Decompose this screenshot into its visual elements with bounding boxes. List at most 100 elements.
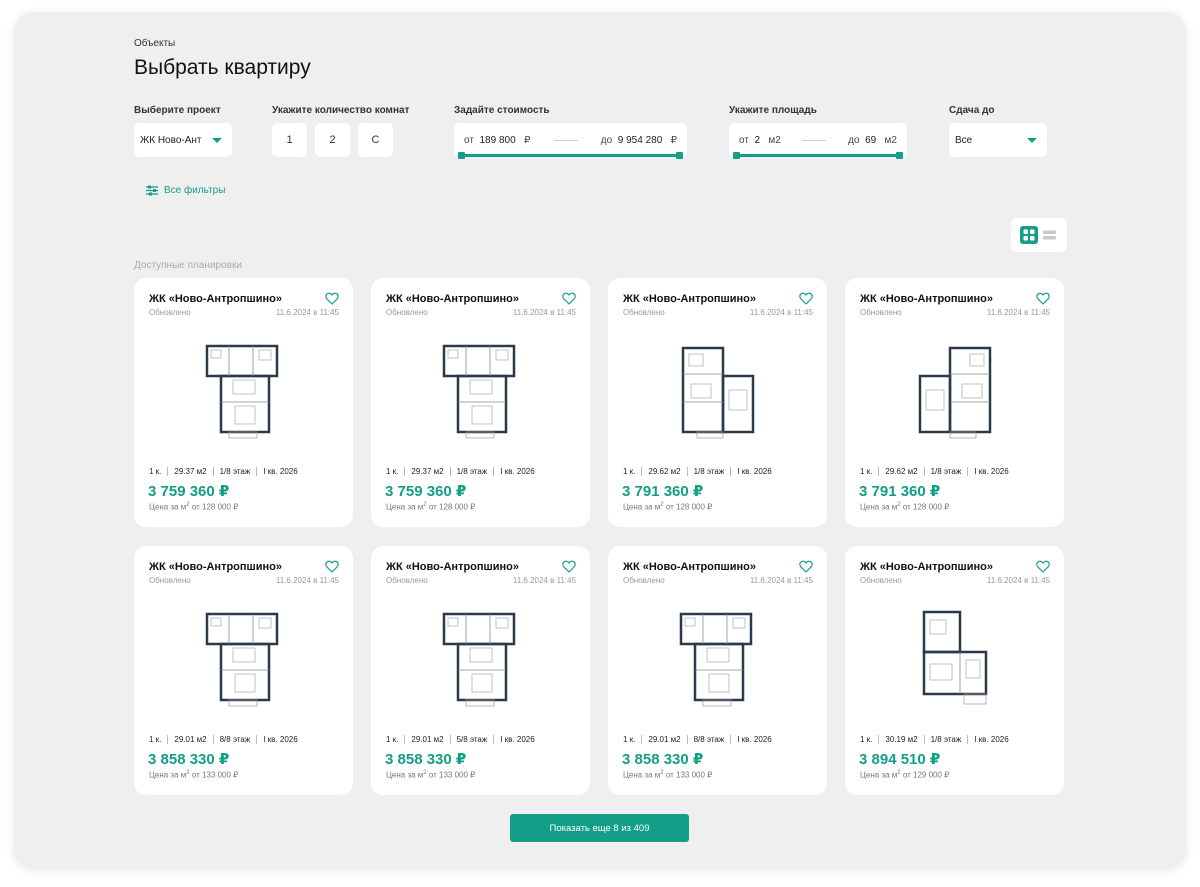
card-updated-label: Обновлено <box>860 576 902 585</box>
card-area: 29.01 м2 <box>411 735 444 744</box>
card-price: 3 791 360 ₽ <box>859 483 941 500</box>
price-slider-min-handle[interactable] <box>458 152 465 159</box>
apartment-card[interactable]: ЖК «Ново-Антропшино» Обновлено 11.6.2024… <box>845 546 1064 795</box>
heart-outline-icon[interactable] <box>799 560 813 573</box>
spec-divider <box>167 735 169 744</box>
floor-plan-image <box>681 346 754 439</box>
card-updated-date: 11.6.2024 в 11:45 <box>512 308 576 317</box>
floor-plan-image <box>922 610 987 705</box>
card-area: 29.62 м2 <box>885 467 918 476</box>
area-from[interactable]: от 2 м2 <box>739 135 781 146</box>
card-area: 30.19 м2 <box>885 735 918 744</box>
spec-divider <box>256 467 258 476</box>
card-updated-label: Обновлено <box>386 308 428 317</box>
delivery-select[interactable]: Все <box>949 123 1047 157</box>
apartment-card[interactable]: ЖК «Ново-Антропшино» Обновлено 11.6.2024… <box>371 546 590 795</box>
heart-outline-icon[interactable] <box>562 292 576 305</box>
sliders-icon <box>146 185 158 196</box>
card-price: 3 791 360 ₽ <box>622 483 704 500</box>
all-filters-label: Все фильтры <box>164 185 226 196</box>
heart-outline-icon[interactable] <box>562 560 576 573</box>
spec-divider <box>967 735 969 744</box>
card-updated-date: 11.6.2024 в 11:45 <box>275 308 339 317</box>
grid-view-button[interactable] <box>1019 226 1038 244</box>
area-slider-min-handle[interactable] <box>733 152 740 159</box>
area-filter-label: Укажите площадь <box>729 105 817 116</box>
card-price-per-m2: Цена за м2 от 133 000 ₽ <box>386 770 476 780</box>
range-separator <box>802 139 827 141</box>
project-select[interactable]: ЖК Ново-Ант <box>134 123 232 157</box>
spec-divider <box>923 467 925 476</box>
page-frame: Объекты Выбрать квартиру Выберите проект… <box>14 12 1186 868</box>
heart-outline-icon[interactable] <box>325 560 339 573</box>
card-rooms: 1 к. <box>149 467 162 476</box>
card-floor: 1/8 этаж <box>930 467 962 476</box>
grid-view-icon <box>1023 229 1034 241</box>
available-layouts-label: Доступные планировки <box>134 260 242 271</box>
show-more-button[interactable]: Показать еще 8 из 409 <box>510 814 689 842</box>
price-to[interactable]: до 9 954 280 ₽ <box>601 135 677 146</box>
card-specs: 1 к. 29.37 м2 1/8 этаж I кв. 2026 <box>149 467 298 476</box>
spec-divider <box>730 467 732 476</box>
range-separator <box>553 139 578 141</box>
apartment-card[interactable]: ЖК «Ново-Антропшино» Обновлено 11.6.2024… <box>134 546 353 795</box>
card-delivery: I кв. 2026 <box>974 735 1009 744</box>
heart-outline-icon[interactable] <box>1036 560 1050 573</box>
view-toggle <box>1011 218 1067 252</box>
card-rooms: 1 к. <box>623 735 636 744</box>
price-from[interactable]: от 189 800 ₽ <box>464 135 530 146</box>
heart-outline-icon[interactable] <box>1036 292 1050 305</box>
rooms-option-studio[interactable]: С <box>358 123 393 157</box>
apartment-card[interactable]: ЖК «Ново-Антропшино» Обновлено 11.6.2024… <box>371 278 590 527</box>
price-slider-track[interactable] <box>460 154 681 157</box>
price-range[interactable]: от 189 800 ₽ до 9 954 280 ₽ <box>454 123 687 159</box>
card-price-per-m2: Цена за м2 от 128 000 ₽ <box>386 502 476 512</box>
card-price-per-m2: Цена за м2 от 133 000 ₽ <box>623 770 713 780</box>
project-select-value: ЖК Ново-Ант <box>140 134 202 146</box>
card-price-per-m2: Цена за м2 от 128 000 ₽ <box>149 502 239 512</box>
card-delivery: I кв. 2026 <box>500 467 535 476</box>
card-price-per-m2: Цена за м2 от 133 000 ₽ <box>149 770 239 780</box>
card-price-per-m2: Цена за м2 от 128 000 ₽ <box>860 502 950 512</box>
rooms-option-1[interactable]: 1 <box>272 123 307 157</box>
breadcrumb[interactable]: Объекты <box>134 38 175 49</box>
apartment-card[interactable]: ЖК «Ново-Антропшино» Обновлено 11.6.2024… <box>134 278 353 527</box>
apartment-card[interactable]: ЖК «Ново-Антропшино» Обновлено 11.6.2024… <box>608 278 827 527</box>
card-price: 3 858 330 ₽ <box>148 751 230 768</box>
spec-divider <box>493 735 495 744</box>
area-slider-max-handle[interactable] <box>896 152 903 159</box>
list-view-button[interactable] <box>1041 226 1059 244</box>
spec-divider <box>967 467 969 476</box>
caret-down-icon <box>1027 137 1037 143</box>
page-title: Выбрать квартиру <box>134 56 311 79</box>
card-delivery: I кв. 2026 <box>737 735 772 744</box>
card-specs: 1 к. 29.01 м2 5/8 этаж I кв. 2026 <box>386 735 535 744</box>
heart-outline-icon[interactable] <box>799 292 813 305</box>
apartment-card[interactable]: ЖК «Ново-Антропшино» Обновлено 11.6.2024… <box>845 278 1064 527</box>
heart-outline-icon[interactable] <box>325 292 339 305</box>
floor-plan-image <box>205 344 278 439</box>
card-floor: 8/8 этаж <box>693 735 725 744</box>
area-range[interactable]: от 2 м2 до 69 м2 <box>729 123 907 159</box>
card-area: 29.62 м2 <box>648 467 681 476</box>
area-slider-track[interactable] <box>735 154 901 157</box>
price-slider-max-handle[interactable] <box>676 152 683 159</box>
rooms-option-2[interactable]: 2 <box>315 123 350 157</box>
card-floor: 1/8 этаж <box>930 735 962 744</box>
card-updated-label: Обновлено <box>623 576 665 585</box>
rooms-filter-label: Укажите количество комнат <box>272 105 410 116</box>
card-floor: 5/8 этаж <box>456 735 488 744</box>
apartment-card[interactable]: ЖК «Ново-Антропшино» Обновлено 11.6.2024… <box>608 546 827 795</box>
spec-divider <box>878 467 880 476</box>
project-filter-label: Выберите проект <box>134 105 221 116</box>
area-to[interactable]: до 69 м2 <box>848 135 897 146</box>
card-specs: 1 к. 29.37 м2 1/8 этаж I кв. 2026 <box>386 467 535 476</box>
all-filters-link[interactable]: Все фильтры <box>146 185 225 196</box>
card-project-title: ЖК «Ново-Антропшино» <box>149 293 282 305</box>
spec-divider <box>923 735 925 744</box>
spec-divider <box>686 467 688 476</box>
card-updated-label: Обновлено <box>149 308 191 317</box>
card-floor: 1/8 этаж <box>456 467 488 476</box>
card-rooms: 1 к. <box>860 467 873 476</box>
card-updated-date: 11.6.2024 в 11:45 <box>512 576 576 585</box>
